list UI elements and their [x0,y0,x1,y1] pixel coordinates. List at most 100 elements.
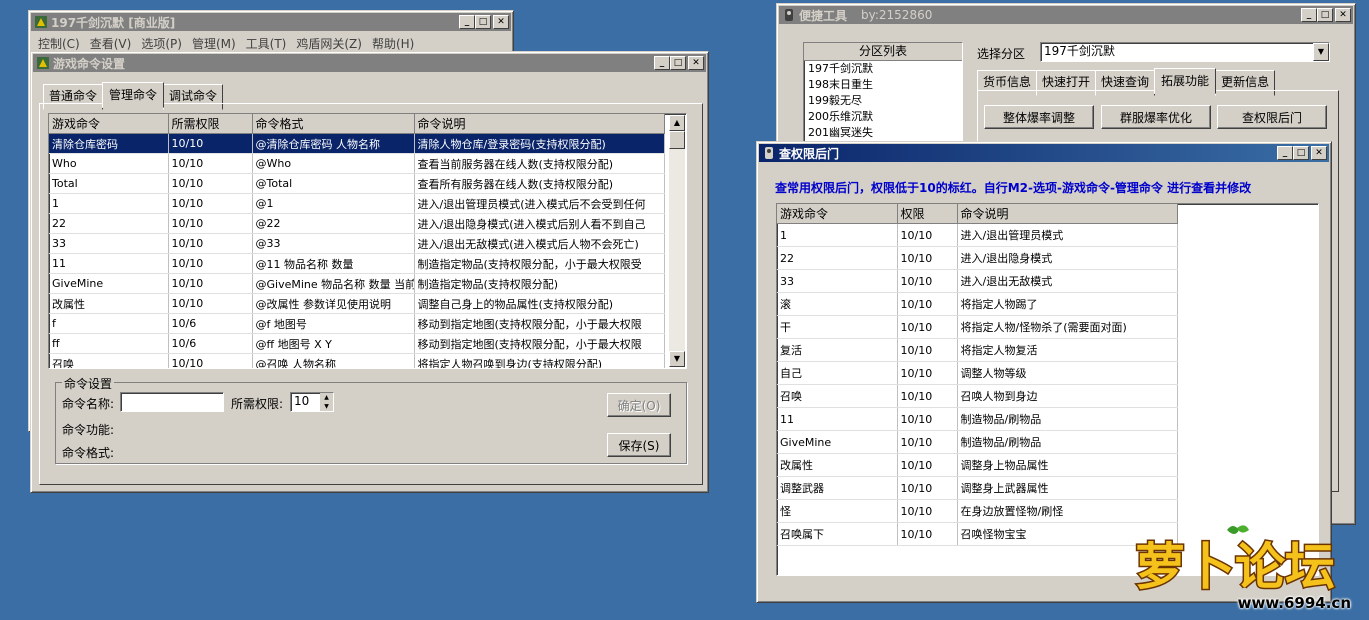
table-row[interactable]: 召唤 10/10 @召唤 人物名称 将指定人物召唤到身边(支持权限分配) [49,353,665,368]
minimize-icon[interactable]: _ [459,15,475,29]
col-header-permission[interactable]: 权限 [897,204,958,224]
cell-format: @Who [252,153,415,174]
backdoor-window-titlebar[interactable]: 查权限后门 _ □ ✕ [759,144,1329,162]
table-row[interactable]: 33 10/10 进入/退出无敌模式 [777,269,1178,293]
spinner-arrows-icon[interactable]: ▲ ▼ [320,393,333,411]
col-header-command[interactable]: 游戏命令 [49,114,169,134]
list-item[interactable]: 199毅无尽 [804,93,962,109]
table-row[interactable]: 滚 10/10 将指定人物踢了 [777,292,1178,316]
scroll-thumb[interactable] [669,131,685,149]
close-icon[interactable]: ✕ [493,15,509,29]
table-row[interactable]: GiveMine 10/10 制造物品/刷物品 [777,430,1178,454]
cell-command: Who [49,153,169,174]
cell-permission: 10/10 [168,233,253,254]
col-header-command[interactable]: 游戏命令 [777,204,898,224]
table-row[interactable]: 复活 10/10 将指定人物复活 [777,338,1178,362]
tab-admin-commands[interactable]: 管理命令 [102,82,165,108]
table-row[interactable]: 11 10/10 @11 物品名称 数量 制造指定物品(支持权限分配，小于最大权限受 [49,253,665,274]
scroll-down-icon[interactable]: ▼ [669,351,685,367]
table-row[interactable]: 清除仓库密码 10/10 @清除仓库密码 人物名称 清除人物仓库/登录密码(支持权限分… [49,133,665,154]
command-settings-titlebar[interactable]: 游戏命令设置 _ □ ✕ [33,54,706,72]
save-button[interactable]: 保存(S) [607,433,671,457]
table-row[interactable]: Total 10/10 @Total 查看所有服务器在线人数(支持权限分配) [49,173,665,194]
cell-command: 22 [777,246,898,270]
table-row[interactable]: 调整武器 10/10 调整身上武器属性 [777,476,1178,500]
col-header-permission[interactable]: 所需权限 [168,114,253,134]
check-backdoor-button[interactable]: 查权限后门 [1217,105,1327,129]
minimize-icon[interactable]: _ [654,56,670,70]
confirm-button[interactable]: 确定(O) [607,393,671,417]
command-name-input[interactable] [120,392,224,412]
table-row[interactable]: 22 10/10 @22 进入/退出隐身模式(进入模式后别人看不到自己 [49,213,665,234]
table-row[interactable]: 干 10/10 将指定人物/怪物杀了(需要面对面) [777,315,1178,339]
col-header-format[interactable]: 命令格式 [252,114,415,134]
close-icon[interactable]: ✕ [1335,8,1351,22]
zone-select-label: 选择分区 [977,47,1026,61]
table-row[interactable]: ff 10/6 @ff 地图号 X Y 移动到指定地图(支持权限分配，小于最大权限 [49,333,665,354]
group-droprate-button[interactable]: 群服爆率优化 [1101,105,1211,129]
table-row[interactable]: 召唤 10/10 召唤人物到身边 [777,384,1178,408]
svg-text:萝卜论坛: 萝卜论坛 [1135,538,1335,596]
main-window-titlebar[interactable]: 197千剑沉默 [商业版] _ □ ✕ [31,13,511,31]
cell-description: 调整身上物品属性 [957,453,1178,477]
table-row[interactable]: 33 10/10 @33 进入/退出无敌模式(进入模式后人物不会死亡) [49,233,665,254]
list-item[interactable]: 200乐维沉默 [804,109,962,125]
table-row[interactable]: 11 10/10 制造物品/刷物品 [777,407,1178,431]
command-settings-window: 游戏命令设置 _ □ ✕ 普通命令 管理命令 调试命令 游戏命令 所需权限 命令… [30,51,709,493]
cell-permission: 10/10 [168,293,253,314]
maximize-icon[interactable]: □ [1317,8,1333,22]
table-row[interactable]: Who 10/10 @Who 查看当前服务器在线人数(支持权限分配) [49,153,665,174]
cell-description: 进入/退出无敌模式 [957,269,1178,293]
maximize-icon[interactable]: □ [670,56,686,70]
cell-permission: 10/10 [897,407,958,431]
cell-command: 22 [49,213,169,234]
minimize-icon[interactable]: _ [1277,146,1293,160]
cell-permission: 10/10 [168,173,253,194]
chevron-down-icon[interactable]: ▼ [1313,43,1329,61]
list-item[interactable]: 201幽冥迷失 [804,125,962,141]
close-icon[interactable]: ✕ [1311,146,1327,160]
cell-permission: 10/10 [168,153,253,174]
zone-select[interactable]: 197千剑沉默 ▼ [1040,42,1330,62]
cell-command: f [49,313,169,334]
col-header-description[interactable]: 命令说明 [957,204,1178,224]
maximize-icon[interactable]: □ [1293,146,1309,160]
list-item[interactable]: 198末日重生 [804,77,962,93]
permission-spinner[interactable]: 10 ▲ ▼ [290,392,334,412]
cell-permission: 10/10 [897,499,958,523]
table-row[interactable]: 22 10/10 进入/退出隐身模式 [777,246,1178,270]
table-row[interactable]: GiveMine 10/10 @GiveMine 物品名称 数量 当前 制造指定物品(… [49,273,665,294]
minimize-icon[interactable]: _ [1301,8,1317,22]
cell-permission: 10/10 [897,269,958,293]
list-item[interactable]: 197千剑沉默 [804,61,962,77]
scroll-up-icon[interactable]: ▲ [669,115,685,131]
overall-droprate-button[interactable]: 整体爆率调整 [984,105,1094,129]
maximize-icon[interactable]: □ [475,15,491,29]
cell-command: 33 [777,269,898,293]
table-row[interactable]: 改属性 10/10 调整身上物品属性 [777,453,1178,477]
cell-permission: 10/10 [897,476,958,500]
cell-command: 召唤属下 [777,522,898,546]
zone-list-header: 分区列表 [804,43,962,61]
cell-command: 改属性 [777,453,898,477]
cell-description: 将指定人物复活 [957,338,1178,362]
table-row[interactable]: 1 10/10 @1 进入/退出管理员模式(进入模式后不会受到任何 [49,193,665,214]
table-row[interactable]: 怪 10/10 在身边放置怪物/刷怪 [777,499,1178,523]
command-table-scrollbar[interactable]: ▲ ▼ [669,115,685,367]
table-row[interactable]: 1 10/10 进入/退出管理员模式 [777,223,1178,247]
table-row[interactable]: 召唤属下 10/10 召唤怪物宝宝 [777,522,1178,546]
cell-format: @GiveMine 物品名称 数量 当前 [252,273,415,294]
cell-description: 制造指定物品(支持权限分配) [414,273,665,294]
table-row[interactable]: 自己 10/10 调整人物等级 [777,361,1178,385]
command-name-label: 命令名称: [62,397,115,411]
close-icon[interactable]: ✕ [688,56,704,70]
cell-format: @ff 地图号 X Y [252,333,415,354]
zone-list: 分区列表 197千剑沉默 198末日重生 199毅无尽 200乐维沉默 201幽冥迷失 [803,42,963,152]
col-header-description[interactable]: 命令说明 [414,114,665,134]
tab-extensions[interactable]: 拓展功能 [1154,68,1217,94]
table-row[interactable]: f 10/6 @f 地图号 移动到指定地图(支持权限分配，小于最大权限 [49,313,665,334]
table-row[interactable]: 改属性 10/10 @改属性 参数详见使用说明 调整自己身上的物品属性(支持权限分配) [49,293,665,314]
tools-window-titlebar[interactable]: 便捷工具 by:2152860 _ □ ✕ [779,6,1353,24]
cell-permission: 10/10 [168,193,253,214]
cell-permission: 10/10 [897,223,958,247]
